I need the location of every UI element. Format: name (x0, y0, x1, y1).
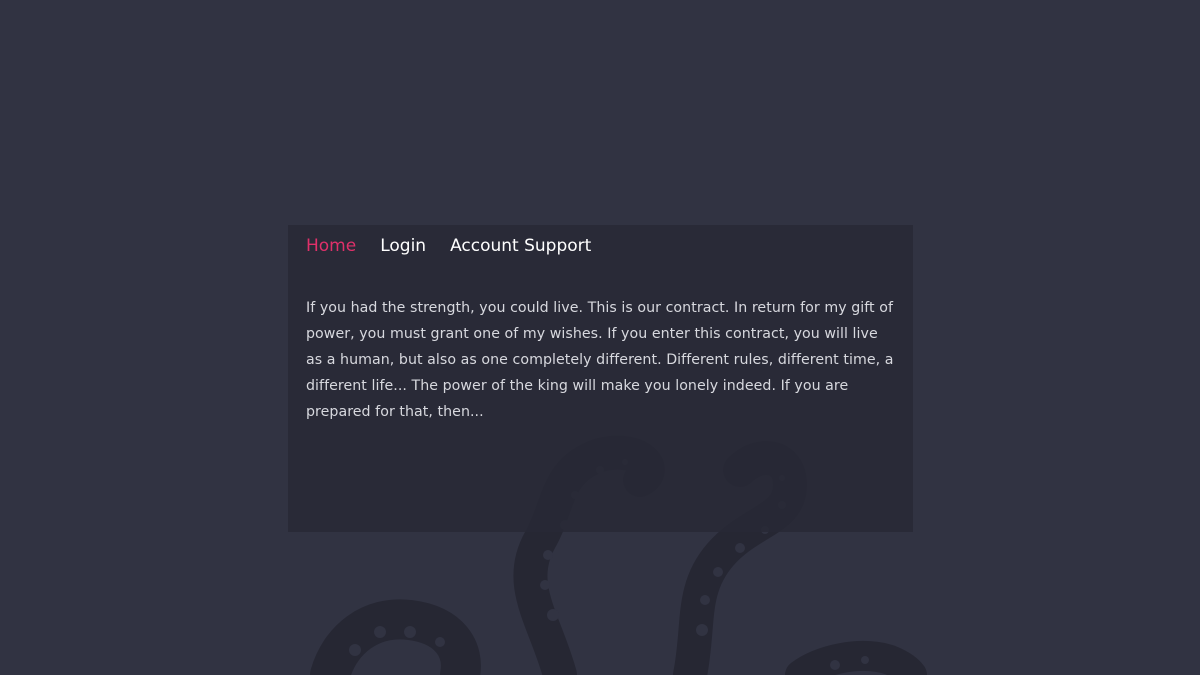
nav-login-link[interactable]: Login (380, 236, 426, 256)
page: Home Login Account Support If you had th… (0, 0, 1200, 675)
nav-home-link[interactable]: Home (306, 236, 356, 256)
top-nav: Home Login Account Support (306, 225, 895, 267)
nav-account-support-link[interactable]: Account Support (450, 236, 591, 256)
content-panel: Home Login Account Support If you had th… (288, 225, 913, 532)
main-text: If you had the strength, you could live.… (306, 300, 894, 420)
